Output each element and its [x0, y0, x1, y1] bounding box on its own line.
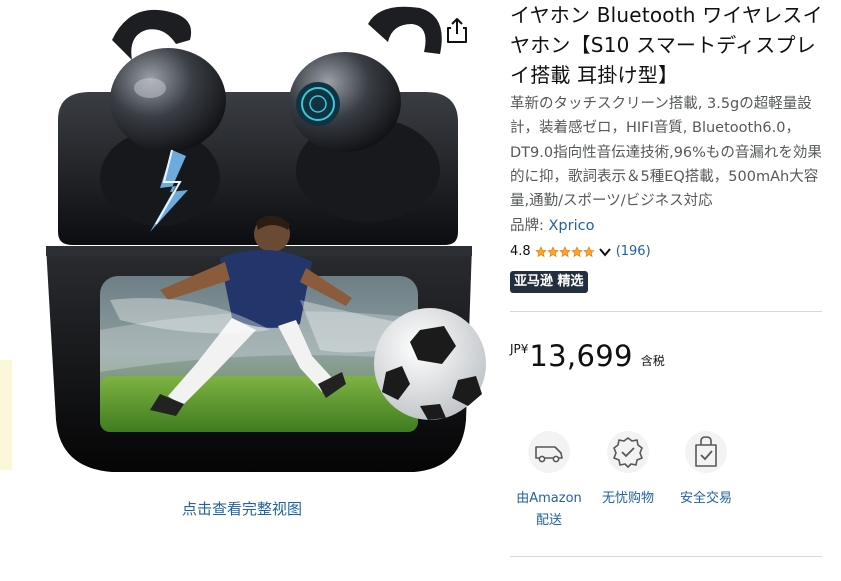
- star-icon: [570, 246, 583, 258]
- lock-bag-icon: [685, 431, 727, 473]
- star-icon: [558, 246, 571, 258]
- price-value: 13,699: [529, 339, 633, 374]
- share-icon: [447, 18, 467, 43]
- brand-label: 品牌:: [510, 218, 549, 235]
- shield-check-icon: [607, 431, 649, 473]
- brand-link[interactable]: Xprico: [549, 218, 595, 234]
- feature-label: 由Amazon 配送: [516, 491, 582, 528]
- share-button[interactable]: [444, 16, 470, 46]
- price-currency: JP¥: [510, 342, 529, 357]
- star-icon: [534, 246, 547, 258]
- view-full-image-link[interactable]: 点击查看完整视图: [0, 498, 484, 519]
- feature-worry-free[interactable]: 无忧购物: [594, 430, 662, 510]
- amazon-choice-badge: 亚马逊 精选: [510, 271, 588, 294]
- star-rating[interactable]: [534, 246, 595, 258]
- product-title[interactable]: イヤホン Bluetooth ワイヤレスイヤホン【S10 スマートディスプレイ搭…: [510, 0, 828, 90]
- divider: [510, 556, 822, 557]
- delivery-van-icon: [528, 431, 570, 473]
- image-gallery: 点击查看完整视图: [0, 0, 486, 530]
- feature-secure-transaction[interactable]: 安全交易: [672, 430, 740, 510]
- brand-line: 品牌: Xprico: [510, 215, 828, 237]
- rating-value: 4.8: [510, 244, 531, 260]
- price-tax-note: 含税: [640, 354, 665, 369]
- review-count-link[interactable]: (196): [616, 243, 651, 261]
- rating-row: 4.8 (196): [510, 243, 828, 261]
- star-icon: [582, 246, 595, 258]
- product-image[interactable]: [0, 0, 500, 485]
- price-row: JP¥ 13,699 含税: [510, 338, 828, 378]
- divider: [510, 311, 822, 313]
- feature-icons: 由Amazon 配送 无忧购物 安全交易: [510, 430, 830, 540]
- product-description: 革新のタッチスクリーン搭載, 3.5gの超軽量設計，装着感ゼロ，HIFI音質, …: [510, 96, 822, 210]
- feature-label: 无忧购物: [601, 491, 654, 506]
- product-details: イヤホン Bluetooth ワイヤレスイヤホン【S10 スマートディスプレイ搭…: [510, 0, 828, 557]
- feature-amazon-delivery[interactable]: 由Amazon 配送: [510, 430, 588, 532]
- star-icon: [546, 246, 559, 258]
- feature-label: 安全交易: [679, 491, 732, 506]
- chevron-down-icon[interactable]: [598, 246, 612, 258]
